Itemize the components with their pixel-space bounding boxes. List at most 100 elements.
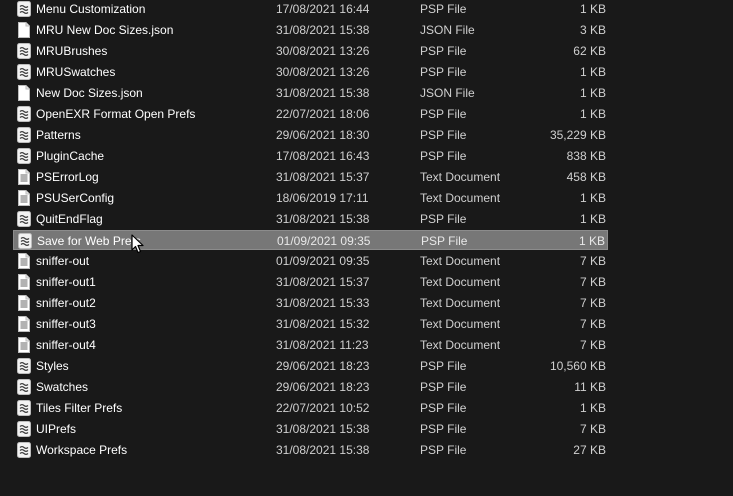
file-type: PSP File xyxy=(420,401,467,415)
file-type: JSON File xyxy=(420,86,475,100)
file-name: Menu Customization xyxy=(36,2,146,16)
file-date-modified: 01/09/2021 09:35 xyxy=(277,234,371,248)
file-date-modified: 22/07/2021 10:52 xyxy=(276,401,370,415)
file-row[interactable]: PluginCache 17/08/2021 16:43 PSP File 838 K… xyxy=(13,146,608,166)
file-row[interactable]: sniffer-out3 31/08/2021 15:32 Text Documen… xyxy=(13,314,608,334)
file-name: PluginCache xyxy=(36,149,105,163)
file-name: sniffer-out3 xyxy=(36,317,96,331)
file-name: sniffer-out2 xyxy=(36,296,96,310)
file-name: QuitEndFlag xyxy=(36,212,103,226)
file-size: 1 KB xyxy=(579,107,606,121)
file-date-modified: 22/07/2021 18:06 xyxy=(276,107,370,121)
file-row[interactable]: Styles 29/06/2021 18:23 PSP File 10,560 KB xyxy=(13,356,608,376)
file-date-modified: 29/06/2021 18:23 xyxy=(276,380,370,394)
file-row[interactable]: Swatches 29/06/2021 18:23 PSP File 11 KB xyxy=(13,377,608,397)
file-size: 3 KB xyxy=(579,23,606,37)
psp-file-icon xyxy=(17,442,31,458)
file-name: Swatches xyxy=(36,380,89,394)
psp-file-icon xyxy=(17,148,31,164)
file-row[interactable]: sniffer-out4 31/08/2021 11:23 Text Documen… xyxy=(13,335,608,355)
file-row[interactable]: New Doc Sizes.json 31/08/2021 15:38 JSON F… xyxy=(13,83,608,103)
file-size: 838 KB xyxy=(566,149,606,163)
file-row[interactable]: Workspace Prefs 31/08/2021 15:38 PSP File 2… xyxy=(13,440,608,460)
file-row[interactable]: Save for Web Prefs 01/09/2021 09:35 PSP Fi… xyxy=(13,230,608,250)
file-type: PSP File xyxy=(420,149,467,163)
file-date-modified: 31/08/2021 15:38 xyxy=(276,422,370,436)
file-row[interactable]: sniffer-out1 31/08/2021 15:37 Text Documen… xyxy=(13,272,608,292)
file-size: 27 KB xyxy=(573,443,606,457)
file-date-modified: 31/08/2021 15:37 xyxy=(276,275,370,289)
psp-file-icon xyxy=(17,43,31,59)
file-size: 7 KB xyxy=(579,317,606,331)
file-type: Text Document xyxy=(420,317,501,331)
file-type: Text Document xyxy=(420,338,501,352)
file-row[interactable]: UIPrefs 31/08/2021 15:38 PSP File 7 KB xyxy=(13,419,608,439)
psp-file-icon xyxy=(17,379,31,395)
file-date-modified: 17/08/2021 16:43 xyxy=(276,149,370,163)
file-name: PSErrorLog xyxy=(36,170,99,184)
psp-file-icon xyxy=(18,233,32,249)
file-date-modified: 17/08/2021 16:44 xyxy=(276,2,370,16)
file-row[interactable]: MRUBrushes 30/08/2021 13:26 PSP File 62 KB xyxy=(13,41,608,61)
document-icon xyxy=(17,85,31,101)
file-row[interactable]: Patterns 29/06/2021 18:30 PSP File 35,229 K… xyxy=(13,125,608,145)
file-name: OpenEXR Format Open Prefs xyxy=(36,107,196,121)
file-size: 1 KB xyxy=(579,65,606,79)
file-date-modified: 31/08/2021 15:38 xyxy=(276,443,370,457)
file-type: Text Document xyxy=(420,254,501,268)
psp-file-icon xyxy=(17,1,31,17)
file-type: PSP File xyxy=(420,380,467,394)
text-document-icon xyxy=(17,316,31,332)
file-row[interactable]: Menu Customization 17/08/2021 16:44 PSP Fi… xyxy=(13,0,608,19)
file-size: 1 KB xyxy=(579,86,606,100)
file-row[interactable]: MRU New Doc Sizes.json 31/08/2021 15:38 JS… xyxy=(13,20,608,40)
file-size: 10,560 KB xyxy=(549,359,606,373)
file-name: sniffer-out1 xyxy=(36,275,96,289)
file-date-modified: 31/08/2021 15:32 xyxy=(276,317,370,331)
psp-file-icon xyxy=(17,127,31,143)
file-size: 35,229 KB xyxy=(549,128,606,142)
file-row[interactable]: sniffer-out2 31/08/2021 15:33 Text Documen… xyxy=(13,293,608,313)
psp-file-icon xyxy=(17,358,31,374)
file-name: Styles xyxy=(36,359,69,373)
mouse-pointer-icon xyxy=(131,234,145,254)
text-document-icon xyxy=(17,190,31,206)
document-icon xyxy=(17,22,31,38)
file-name: New Doc Sizes.json xyxy=(36,86,143,100)
file-size: 7 KB xyxy=(579,422,606,436)
file-type: PSP File xyxy=(420,44,467,58)
file-type: PSP File xyxy=(420,422,467,436)
file-name: Patterns xyxy=(36,128,81,142)
file-type: PSP File xyxy=(420,359,467,373)
file-size: 1 KB xyxy=(579,212,606,226)
file-name: PSUSerConfig xyxy=(36,191,115,205)
file-size: 7 KB xyxy=(579,296,606,310)
file-date-modified: 31/08/2021 15:37 xyxy=(276,170,370,184)
file-row[interactable]: MRUSwatches 30/08/2021 13:26 PSP File 1 KB xyxy=(13,62,608,82)
file-size: 7 KB xyxy=(579,254,606,268)
file-row[interactable]: Tiles Filter Prefs 22/07/2021 10:52 PSP Fi… xyxy=(13,398,608,418)
text-document-icon xyxy=(17,253,31,269)
file-row[interactable]: OpenEXR Format Open Prefs 22/07/2021 18:0… xyxy=(13,104,608,124)
file-row[interactable]: sniffer-out 01/09/2021 09:35 Text Document… xyxy=(13,251,608,271)
file-date-modified: 30/08/2021 13:26 xyxy=(276,65,370,79)
file-size: 62 KB xyxy=(573,44,606,58)
file-date-modified: 29/06/2021 18:30 xyxy=(276,128,370,142)
file-type: Text Document xyxy=(420,296,501,310)
file-row[interactable]: PSErrorLog 31/08/2021 15:37 Text Document 4… xyxy=(13,167,608,187)
file-size: 11 KB xyxy=(574,380,606,394)
file-date-modified: 31/08/2021 15:38 xyxy=(276,23,370,37)
file-date-modified: 31/08/2021 11:23 xyxy=(276,338,369,352)
file-type: PSP File xyxy=(421,234,468,248)
file-type: PSP File xyxy=(420,65,467,79)
file-row[interactable]: PSUSerConfig 18/06/2019 17:11 Text Documen… xyxy=(13,188,608,208)
file-name: Workspace Prefs xyxy=(36,443,128,457)
file-size: 7 KB xyxy=(579,338,606,352)
file-type: PSP File xyxy=(420,212,467,226)
psp-file-icon xyxy=(17,400,31,416)
file-date-modified: 29/06/2021 18:23 xyxy=(276,359,370,373)
file-date-modified: 01/09/2021 09:35 xyxy=(276,254,370,268)
file-name: Save for Web Prefs xyxy=(37,234,141,248)
file-type: Text Document xyxy=(420,170,501,184)
file-row[interactable]: QuitEndFlag 31/08/2021 15:38 PSP File 1 KB xyxy=(13,209,608,229)
